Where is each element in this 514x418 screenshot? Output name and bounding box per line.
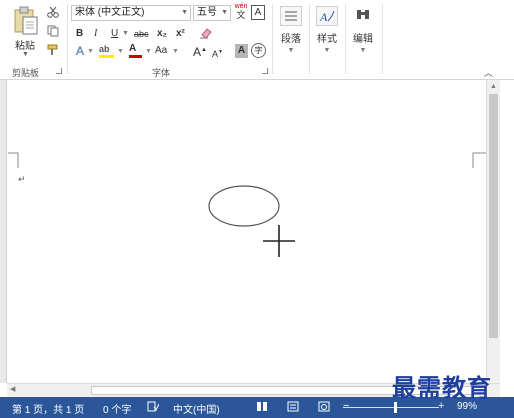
proofing-icon[interactable] (147, 401, 160, 415)
crosshair-cursor-icon (263, 225, 295, 257)
chevron-down-icon[interactable]: ▼ (122, 28, 129, 40)
clear-formatting-icon[interactable] (199, 27, 213, 39)
language-indicator[interactable]: 中文(中国) (173, 401, 220, 416)
paragraph-icon (280, 6, 302, 26)
font-dialog-launcher[interactable] (262, 68, 268, 74)
font-size-value: 五号 (197, 7, 217, 18)
subscript-button[interactable]: x₂ (157, 28, 167, 40)
character-border-button[interactable]: A (251, 5, 265, 20)
paste-dropdown-arrow[interactable]: ▼ (22, 51, 29, 58)
font-color-button[interactable]: A (129, 43, 142, 58)
editing-button[interactable]: 编辑 ▼ (348, 6, 378, 54)
clipboard-dialog-launcher[interactable] (56, 68, 62, 74)
format-painter-icon[interactable] (46, 44, 60, 56)
cut-icon[interactable] (46, 6, 60, 18)
shrink-font-button[interactable]: A▼ (212, 46, 223, 60)
text-effects-button[interactable]: A (76, 45, 84, 57)
highlight-color-swatch (99, 55, 114, 58)
watermark-text: 最需教育 (392, 373, 492, 402)
ribbon: 粘贴 ▼ 剪贴板 宋体 (中文正文) ▼ 五号 ▼ wén 文 A B I U … (0, 0, 514, 80)
enclose-characters-button[interactable]: 字 (251, 43, 266, 58)
group-divider (345, 4, 346, 74)
phonetic-bottom: 文 (236, 10, 246, 20)
scroll-up-icon[interactable]: ▲ (490, 83, 497, 90)
italic-button[interactable]: I (94, 28, 97, 40)
chevron-down-icon[interactable]: ▼ (87, 46, 94, 58)
copy-icon[interactable] (46, 25, 60, 37)
font-size-combo[interactable]: 五号 ▼ (193, 5, 231, 21)
chevron-down-icon[interactable]: ▼ (145, 46, 152, 58)
page-count[interactable]: 第 1 页，共 1 页 (12, 401, 84, 416)
chevron-down-icon[interactable]: ▼ (172, 46, 179, 58)
chevron-down-icon[interactable]: ▼ (221, 6, 228, 20)
svg-text:A: A (319, 10, 328, 24)
font-name-value: 宋体 (中文正文) (75, 7, 145, 18)
underline-button[interactable]: U (111, 28, 118, 40)
chevron-down-icon: ▼ (359, 47, 367, 54)
styles-label: 样式 (317, 34, 337, 45)
paragraph-label: 段落 (281, 34, 301, 45)
group-divider (309, 4, 310, 74)
group-divider (272, 4, 273, 74)
vertical-scrollbar[interactable]: ▲ (486, 80, 500, 383)
font-color-label: A (129, 43, 137, 54)
grow-font-button[interactable]: A▲ (193, 44, 207, 58)
word-count[interactable]: 0 个字 (103, 401, 131, 416)
scroll-left-icon[interactable]: ◀ (10, 385, 15, 393)
zoom-out-icon[interactable]: − (343, 400, 349, 412)
paragraph-button[interactable]: 段落 ▼ (276, 6, 306, 54)
web-layout-icon[interactable] (318, 401, 330, 415)
character-shading-button[interactable]: A (235, 44, 248, 58)
binoculars-icon (352, 6, 374, 26)
styles-button[interactable]: A 样式 ▼ (312, 6, 342, 54)
chevron-down-icon[interactable]: ▼ (117, 46, 124, 58)
change-case-button[interactable]: Aa (155, 45, 167, 57)
paste-icon[interactable] (12, 6, 40, 36)
vertical-scroll-thumb[interactable] (489, 94, 498, 338)
styles-icon: A (316, 6, 338, 26)
font-color-swatch (129, 55, 142, 58)
strikethrough-button[interactable]: abc (134, 28, 149, 40)
superscript-button[interactable]: x² (176, 28, 185, 40)
print-layout-icon[interactable] (287, 401, 299, 415)
read-mode-icon[interactable] (256, 401, 268, 415)
clipboard-group-label: 剪贴板 (12, 68, 40, 78)
left-ruler-strip (0, 80, 7, 383)
highlight-button[interactable]: ab (99, 43, 114, 58)
zoom-slider-thumb[interactable] (394, 402, 397, 413)
group-divider (67, 4, 68, 74)
chevron-down-icon: ▼ (287, 47, 295, 54)
collapse-ribbon-icon[interactable]: ︿ (484, 66, 493, 79)
paste-button-label[interactable]: 粘贴 (15, 37, 35, 52)
font-group-label: 字体 (152, 68, 171, 78)
chevron-down-icon: ▼ (323, 47, 331, 54)
grow-font-label: A (193, 45, 202, 59)
paragraph-mark: ↵ (18, 174, 26, 184)
editing-label: 编辑 (353, 34, 373, 45)
group-divider (382, 4, 383, 74)
zoom-slider-track[interactable] (343, 407, 439, 408)
document-canvas[interactable]: ↵ (0, 80, 514, 383)
chevron-down-icon[interactable]: ▼ (181, 6, 188, 20)
bold-button[interactable]: B (76, 28, 83, 40)
font-name-combo[interactable]: 宋体 (中文正文) ▼ (71, 5, 191, 21)
highlight-label: ab (99, 44, 110, 54)
phonetic-guide-button[interactable]: wén 文 (234, 3, 248, 20)
